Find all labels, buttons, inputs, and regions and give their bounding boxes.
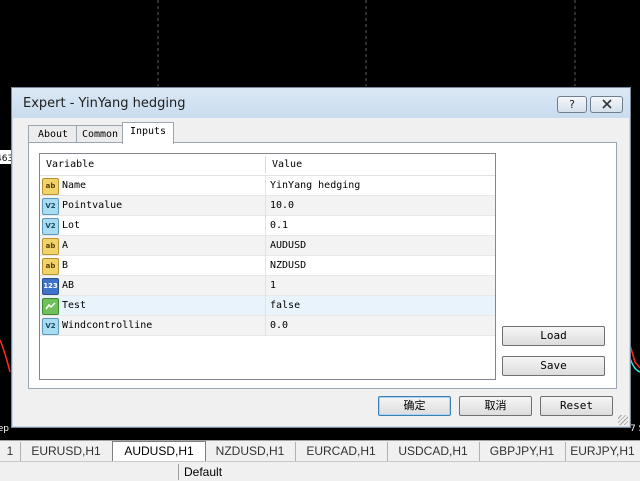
expert-dialog: Expert - YinYang hedging ? About Common …	[11, 87, 631, 428]
row-name: Name	[62, 180, 87, 191]
grid-header: Variable Value	[40, 154, 495, 176]
integer-type-icon: 123	[42, 278, 59, 295]
table-row[interactable]: ab B NZDUSD	[40, 256, 495, 276]
row-value[interactable]: AUDUSD	[270, 236, 306, 256]
close-icon	[601, 99, 612, 109]
help-button[interactable]: ?	[557, 96, 587, 113]
table-row[interactable]: Test false	[40, 296, 495, 316]
table-row[interactable]: ab Name YinYang hedging	[40, 176, 495, 196]
table-row[interactable]: V2 Lot 0.1	[40, 216, 495, 236]
tab-about[interactable]: About	[28, 125, 78, 143]
table-row[interactable]: 123 AB 1	[40, 276, 495, 296]
close-button[interactable]	[590, 96, 623, 113]
row-name: Test	[62, 300, 87, 311]
row-name: B	[62, 260, 69, 271]
row-value[interactable]: YinYang hedging	[270, 176, 360, 196]
tab-common-label: Common	[81, 129, 119, 140]
tab-inputs[interactable]: Inputs	[122, 122, 174, 144]
row-value[interactable]: 0.1	[270, 216, 288, 236]
row-name: AB	[62, 280, 75, 291]
tab-common[interactable]: Common	[76, 125, 124, 143]
chart-tab[interactable]: NZDUSD,H1	[205, 442, 296, 461]
double-type-icon: V2	[42, 218, 59, 235]
string-type-icon: ab	[42, 258, 59, 275]
chart-tab-active[interactable]: AUDUSD,H1	[112, 441, 206, 463]
chart-tab[interactable]: EURUSD,H1	[20, 442, 113, 461]
table-row[interactable]: V2 Windcontrolline 0.0	[40, 316, 495, 336]
chart-tab[interactable]: EURCAD,H1	[295, 442, 388, 461]
row-value[interactable]: 10.0	[270, 196, 294, 216]
load-button[interactable]: Load	[502, 326, 605, 346]
column-header-variable[interactable]: Variable	[46, 154, 94, 175]
tab-about-label: About	[37, 129, 69, 140]
chart-tab[interactable]: EURJPY,H1	[565, 442, 640, 461]
ok-button[interactable]: 确定	[378, 396, 451, 416]
double-type-icon: V2	[42, 318, 59, 335]
cancel-button[interactable]: 取消	[459, 396, 532, 416]
row-value[interactable]: NZDUSD	[270, 256, 306, 276]
string-type-icon: ab	[42, 238, 59, 255]
string-type-icon: ab	[42, 178, 59, 195]
inputs-panel: Variable Value ab Name YinYang hedging V…	[28, 142, 617, 389]
chart-date-label-left: Sep	[0, 424, 9, 434]
chart-tab[interactable]: GBPJPY,H1	[479, 442, 566, 461]
column-header-value[interactable]: Value	[272, 154, 302, 175]
chart-tabs-bar: 1 EURUSD,H1 AUDUSD,H1 NZDUSD,H1 EURCAD,H…	[0, 440, 640, 463]
chart-date-label-right: 7 S	[630, 424, 640, 434]
inputs-grid: Variable Value ab Name YinYang hedging V…	[39, 153, 496, 380]
save-button[interactable]: Save	[502, 356, 605, 376]
profile-status: Default	[184, 465, 223, 479]
row-value[interactable]: 1	[270, 276, 276, 296]
dialog-title: Expert - YinYang hedging	[23, 96, 186, 111]
help-icon: ?	[569, 98, 575, 111]
table-row[interactable]: ab A AUDUSD	[40, 236, 495, 256]
dialog-titlebar[interactable]: Expert - YinYang hedging ?	[12, 88, 630, 118]
table-row[interactable]: V2 Pointvalue 10.0	[40, 196, 495, 216]
tab-inputs-label: Inputs	[129, 126, 167, 137]
double-type-icon: V2	[42, 198, 59, 215]
chart-tab[interactable]: USDCAD,H1	[387, 442, 480, 461]
resize-grip-icon[interactable]	[618, 415, 628, 425]
row-name: Pointvalue	[62, 200, 123, 211]
row-value[interactable]: 0.0	[270, 316, 288, 336]
row-name: Lot	[62, 220, 81, 231]
row-name: Windcontrolline	[62, 320, 153, 331]
row-name: A	[62, 240, 69, 251]
status-bar: Default	[0, 461, 640, 481]
row-value[interactable]: false	[270, 296, 300, 316]
chart-tab[interactable]: 1	[0, 442, 21, 461]
reset-button[interactable]: Reset	[540, 396, 613, 416]
boolean-type-icon	[42, 298, 59, 315]
